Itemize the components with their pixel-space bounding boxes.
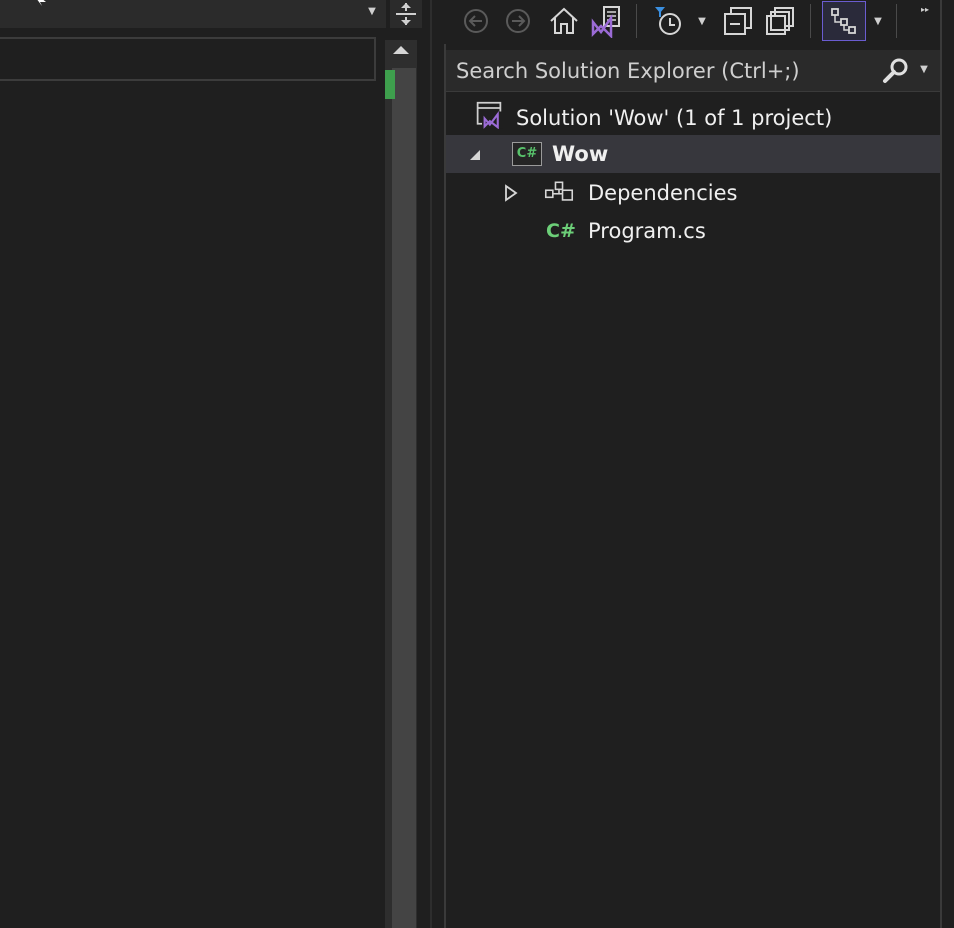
split-window-button[interactable] [390, 0, 422, 28]
editor-vertical-scrollbar[interactable] [385, 40, 417, 928]
forward-arrow-icon [506, 9, 530, 33]
navigation-dropdown-icon[interactable]: ▼ [362, 4, 382, 20]
home-button[interactable] [546, 2, 582, 40]
scroll-up-button[interactable] [385, 40, 417, 62]
collapse-arrow-icon[interactable] [466, 144, 484, 164]
back-arrow-icon [464, 9, 488, 33]
mouse-pointer-icon [37, 0, 46, 6]
editor-pane: ▼ [0, 0, 432, 928]
search-input[interactable] [446, 50, 866, 91]
toolbar-separator [896, 4, 897, 38]
solution-label: Solution 'Wow' (1 of 1 project) [516, 106, 833, 130]
sync-view-button[interactable] [822, 1, 866, 41]
tree-item-program-cs[interactable]: C# Program.cs [446, 212, 940, 250]
code-editor-area[interactable] [0, 84, 384, 928]
editor-find-box[interactable] [0, 37, 376, 81]
home-icon [550, 7, 578, 34]
tree-item-dependencies[interactable]: Dependencies [446, 174, 940, 212]
sync-view-dropdown[interactable]: ▼ [870, 2, 886, 40]
tree-item-solution[interactable]: Solution 'Wow' (1 of 1 project) [446, 99, 940, 137]
toolbar-separator [810, 4, 811, 38]
solution-icon [476, 101, 503, 129]
solution-explorer-search: ▼ [446, 50, 940, 92]
toolbar-overflow-button[interactable]: ▸▸ [914, 0, 936, 28]
sync-view-icon [831, 8, 856, 34]
switch-views-button[interactable] [588, 2, 624, 40]
change-marker [385, 70, 395, 99]
collapse-all-button[interactable] [720, 2, 756, 40]
pending-changes-dropdown[interactable]: ▼ [694, 2, 710, 40]
csharp-glyph: C# [516, 146, 538, 161]
pane-splitter[interactable] [430, 0, 432, 928]
solution-explorer-border [940, 0, 942, 928]
toolbar-separator [636, 4, 637, 38]
dependencies-icon [544, 181, 574, 201]
solution-explorer-toolbar: ▼ ▼ ▸▸ [446, 0, 954, 44]
scroll-up-arrow-icon [393, 46, 409, 54]
csharp-project-icon: C# [512, 142, 542, 166]
show-all-files-icon [766, 7, 794, 35]
pending-changes-filter-button[interactable] [650, 2, 686, 40]
search-options-dropdown-icon[interactable]: ▼ [916, 62, 932, 78]
switch-views-icon [591, 6, 620, 38]
back-button[interactable] [458, 2, 494, 40]
search-icon[interactable] [880, 56, 910, 86]
collapse-all-icon [724, 7, 752, 35]
split-window-icon [396, 3, 416, 25]
show-all-files-button[interactable] [762, 2, 798, 40]
editor-navigation-bar[interactable]: ▼ [0, 0, 386, 28]
dependencies-label: Dependencies [588, 181, 738, 205]
forward-button[interactable] [500, 2, 536, 40]
pending-changes-filter-icon [655, 7, 681, 35]
file-label: Program.cs [588, 219, 706, 243]
csharp-file-icon: C# [546, 220, 576, 242]
project-label: Wow [552, 142, 609, 166]
expand-arrow-icon[interactable] [502, 183, 520, 203]
scroll-track[interactable] [392, 68, 416, 928]
tree-item-project[interactable]: C# Wow [446, 135, 940, 173]
